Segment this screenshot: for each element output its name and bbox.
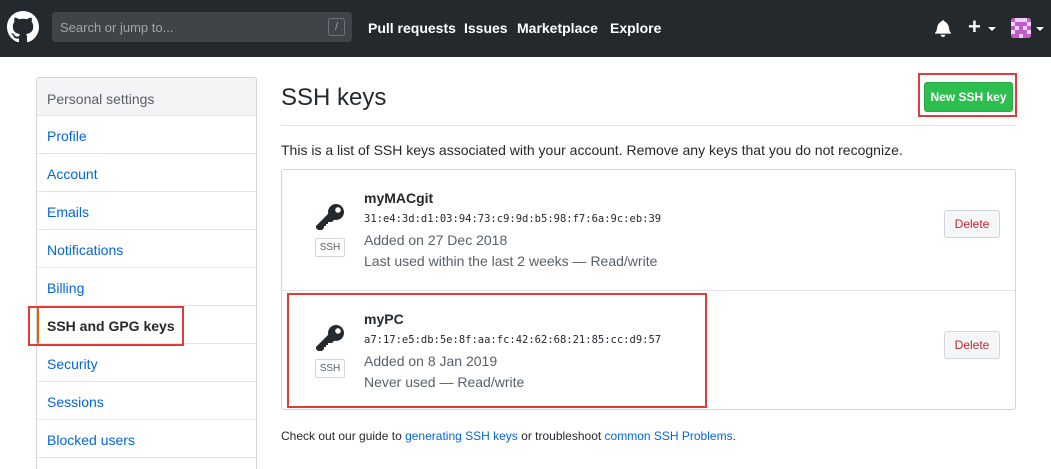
footer-suffix: . — [732, 429, 736, 443]
delete-key-button[interactable]: Delete — [944, 210, 1000, 238]
nav-marketplace[interactable]: Marketplace — [517, 20, 598, 36]
footer-middle: or troubleshoot — [517, 429, 605, 443]
sidebar-item-blocked-users[interactable]: Blocked users — [37, 420, 256, 458]
sidebar-item-sessions[interactable]: Sessions — [37, 382, 256, 420]
common-ssh-problems-link[interactable]: common SSH Problems — [605, 429, 733, 443]
footer-prefix: Check out our guide to — [281, 429, 406, 443]
highlight-new-key-button — [918, 73, 1017, 117]
identicon-icon — [1011, 18, 1031, 38]
generating-ssh-keys-link[interactable]: generating SSH keys — [405, 429, 518, 443]
key-fingerprint: 31:e4:3d:d1:03:94:73:c9:9d:b5:98:f7:6a:9… — [364, 213, 662, 225]
key-icon — [316, 204, 344, 230]
page-description: This is a list of SSH keys associated wi… — [281, 142, 903, 158]
title-divider — [281, 125, 1016, 126]
search-input[interactable]: Search or jump to... / — [52, 12, 352, 42]
sidebar-item-billing[interactable]: Billing — [37, 268, 256, 306]
sidebar-item-account[interactable]: Account — [37, 154, 256, 192]
ssh-key-item: SSH myMACgit 31:e4:3d:d1:03:94:73:c9:9d:… — [282, 170, 1015, 290]
ssh-type-label: SSH — [315, 238, 345, 257]
user-avatar[interactable] — [1011, 18, 1031, 38]
search-shortcut-hint: / — [328, 18, 345, 36]
key-title: myMACgit — [364, 190, 434, 206]
help-footer-note: Check out our guide to generating SSH ke… — [281, 429, 736, 443]
create-new-icon[interactable]: + — [968, 16, 981, 38]
sidebar-item-profile[interactable]: Profile — [37, 116, 256, 154]
nav-issues[interactable]: Issues — [464, 20, 508, 36]
create-new-dropdown-caret-icon[interactable] — [988, 27, 996, 31]
notification-bell-icon[interactable] — [935, 19, 951, 37]
settings-sidebar: Personal settings Profile Account Emails… — [36, 77, 257, 469]
sidebar-item-emails[interactable]: Emails — [37, 192, 256, 230]
sidebar-item-security[interactable]: Security — [37, 344, 256, 382]
top-header: Search or jump to... / Pull requests Iss… — [0, 0, 1051, 57]
nav-explore[interactable]: Explore — [610, 20, 661, 36]
delete-key-button[interactable]: Delete — [944, 331, 1000, 359]
github-logo-icon[interactable] — [7, 11, 39, 43]
user-menu-caret-icon[interactable] — [1036, 27, 1044, 31]
key-last-used: Last used within the last 2 weeks — Read… — [364, 253, 658, 269]
highlight-mypc-key — [287, 293, 707, 408]
key-added-date: Added on 27 Dec 2018 — [364, 232, 508, 248]
sidebar-heading: Personal settings — [37, 78, 256, 116]
page-title: SSH keys — [281, 84, 387, 111]
nav-pull-requests[interactable]: Pull requests — [368, 20, 456, 36]
highlight-ssh-gpg-keys — [28, 306, 184, 346]
search-placeholder: Search or jump to... — [60, 20, 174, 35]
sidebar-item-notifications[interactable]: Notifications — [37, 230, 256, 268]
